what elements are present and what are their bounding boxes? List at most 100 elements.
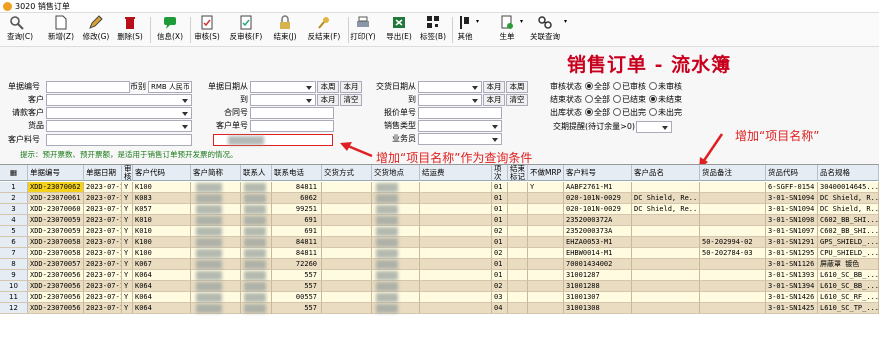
table-cell xyxy=(700,226,766,237)
table-cell xyxy=(322,226,372,237)
column-header[interactable]: 客户简称 xyxy=(191,165,241,181)
table-cell xyxy=(420,204,492,215)
table-cell: Y xyxy=(122,248,133,259)
table-row[interactable]: 2XDD-230700612023-07-19YK083 6062 01 020-10… xyxy=(0,193,879,204)
column-header[interactable]: 联系人 xyxy=(241,165,272,181)
redacted-text xyxy=(244,238,266,247)
column-header[interactable]: 品名规格 xyxy=(818,165,879,181)
column-header[interactable]: 联系电话 xyxy=(272,165,322,181)
table-cell: 31001287 xyxy=(564,270,632,281)
redacted-text xyxy=(244,260,266,269)
table-row[interactable]: 10XDD-230700562023-07-18YK064 557 02 310012… xyxy=(0,281,879,292)
row-number: 7 xyxy=(0,248,28,259)
table-cell xyxy=(322,237,372,248)
table-cell xyxy=(322,182,372,193)
column-header[interactable]: 客户品名 xyxy=(632,165,700,181)
table-cell: 2023-07-18 xyxy=(84,226,122,237)
redacted-text xyxy=(244,216,266,225)
table-cell xyxy=(508,215,528,226)
table-cell: 3-01-SN1126 xyxy=(766,259,818,270)
table-cell xyxy=(632,248,700,259)
table-row[interactable]: 7XDD-230700582023-07-18YK100 84811 02 EHBW0… xyxy=(0,248,879,259)
redacted-text xyxy=(196,260,222,269)
column-header[interactable]: 项次 xyxy=(492,165,508,181)
redacted-text xyxy=(244,183,266,192)
row-number: 3 xyxy=(0,204,28,215)
table-row[interactable]: 5XDD-230700592023-07-18YK010 691 02 2352000… xyxy=(0,226,879,237)
redacted-text xyxy=(196,304,222,313)
table-cell: C602_BB_SHI... xyxy=(818,226,879,237)
redacted-text xyxy=(244,205,266,214)
table-cell: 84811 xyxy=(272,237,322,248)
redacted-text xyxy=(196,282,222,291)
table-cell xyxy=(528,259,564,270)
table-cell xyxy=(508,281,528,292)
table-cell: Y xyxy=(122,226,133,237)
table-cell: 3-01-SN1098 xyxy=(766,215,818,226)
column-header[interactable]: 不做MRP xyxy=(528,165,564,181)
table-cell: 3-01-SN1295 xyxy=(766,248,818,259)
redacted-text xyxy=(376,304,398,313)
table-cell xyxy=(508,248,528,259)
table-cell: XDD-23070058 xyxy=(28,248,84,259)
table-cell: 020-101N-0029 xyxy=(564,204,632,215)
table-cell xyxy=(420,292,492,303)
table-row[interactable]: 3XDD-230700602023-07-19YK057 99251 01 020-1… xyxy=(0,204,879,215)
redacted-text xyxy=(196,238,222,247)
table-cell xyxy=(632,270,700,281)
column-header[interactable]: 货品备注 xyxy=(700,165,766,181)
table-cell: 557 xyxy=(272,270,322,281)
table-cell: L610_SC_RF_... xyxy=(818,292,879,303)
table-cell: DC Shield, R... xyxy=(818,204,879,215)
table-cell: 04 xyxy=(492,303,508,314)
column-header[interactable]: 货品代码 xyxy=(766,165,818,181)
column-header[interactable]: 交货方式 xyxy=(322,165,372,181)
redacted-text xyxy=(376,282,398,291)
table-cell: EHZA0053-M1 xyxy=(564,237,632,248)
grid-corner-icon[interactable]: ▦ xyxy=(0,165,28,181)
table-row[interactable]: 12XDD-230700562023-07-18YK064 557 04 310013… xyxy=(0,303,879,314)
table-cell xyxy=(508,259,528,270)
table-cell: 02 xyxy=(492,281,508,292)
table-cell: 31001308 xyxy=(564,303,632,314)
table-cell xyxy=(420,215,492,226)
table-cell: 2023-07-19 xyxy=(84,193,122,204)
column-header[interactable]: 单据编号 xyxy=(28,165,84,181)
redacted-text xyxy=(376,205,398,214)
redacted-text xyxy=(196,205,222,214)
table-cell: XDD-23070056 xyxy=(28,281,84,292)
table-cell xyxy=(632,281,700,292)
table-cell xyxy=(632,215,700,226)
table-cell xyxy=(322,204,372,215)
table-cell xyxy=(508,237,528,248)
table-cell: 01 xyxy=(492,193,508,204)
row-number: 5 xyxy=(0,226,28,237)
column-header[interactable]: 结束标记 xyxy=(508,165,528,181)
table-row[interactable]: 8XDD-230700572023-07-18YK067 72260 01 70001… xyxy=(0,259,879,270)
column-header[interactable]: 结运费 xyxy=(420,165,492,181)
table-cell xyxy=(700,215,766,226)
table-cell xyxy=(528,248,564,259)
table-cell xyxy=(508,193,528,204)
table-cell: 2023-07-18 xyxy=(84,270,122,281)
redacted-text xyxy=(376,238,398,247)
table-cell: XDD-23070058 xyxy=(28,237,84,248)
column-header[interactable]: 交货地点 xyxy=(372,165,420,181)
column-header[interactable]: 客户代码 xyxy=(133,165,191,181)
table-cell: 01 xyxy=(492,215,508,226)
column-header[interactable]: 客户料号 xyxy=(564,165,632,181)
table-row[interactable]: 9XDD-230700562023-07-18YK064 557 01 3100128… xyxy=(0,270,879,281)
table-row[interactable]: 4XDD-230700592023-07-18YK010 691 01 2352000… xyxy=(0,215,879,226)
table-row[interactable]: 11XDD-230700562023-07-18YK064 00557 03 3100… xyxy=(0,292,879,303)
table-cell: K100 xyxy=(133,182,191,193)
column-header[interactable]: 审核 xyxy=(122,165,133,181)
table-cell: K064 xyxy=(133,270,191,281)
column-header[interactable]: 单据日期 xyxy=(84,165,122,181)
table-cell: K083 xyxy=(133,193,191,204)
table-cell xyxy=(508,270,528,281)
table-cell: L610_SC_TP_... xyxy=(818,303,879,314)
table-cell xyxy=(322,193,372,204)
table-row[interactable]: 6XDD-230700582023-07-18YK100 84811 01 EHZA0… xyxy=(0,237,879,248)
redacted-text xyxy=(196,249,222,258)
table-row[interactable]: 1XDD-230700622023-07-19YK1008481101YAABF… xyxy=(0,182,879,193)
